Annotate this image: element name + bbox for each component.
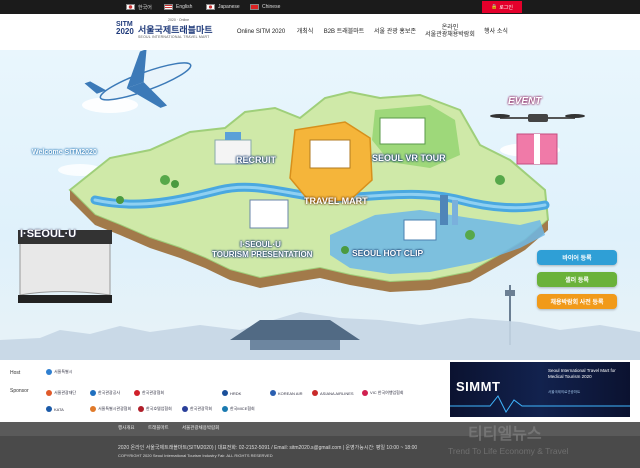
sponsor-logo: ASIANA AIRLINES	[312, 390, 354, 396]
footer-links: 행사개요 트래블마트 서울관광채용박람회	[0, 422, 640, 436]
sponsor-logo: 한국관광공사	[90, 390, 120, 396]
host-logo-text: 서울특별시	[54, 369, 73, 374]
sponsor-icon	[46, 390, 52, 396]
sponsor-logo: VIC 한국여행업협회	[362, 390, 404, 396]
sponsor-name: 한국관광공사	[98, 390, 121, 395]
host-label: Host	[10, 370, 21, 376]
sponsor-name: HRDK	[230, 390, 242, 396]
sponsor-logo: 한국관광학회	[182, 406, 212, 412]
job-fair-preregister-button[interactable]: 채용박람회 사전 등록	[537, 294, 617, 309]
simmt-title: Seoul International Travel Mart for Medi…	[548, 368, 616, 379]
language-label: Chinese	[262, 4, 281, 10]
sponsor-icon	[222, 406, 228, 412]
nav-job-fair[interactable]: 온라인 서울관광채용박람회	[422, 14, 478, 50]
logo-subtitle: SEOUL INTERNATIONAL TRAVEL MART	[138, 35, 210, 39]
sponsor-logo: KATA	[46, 406, 64, 412]
sponsor-name: 한국관광학회	[190, 406, 213, 411]
sponsor-name: 한국관광협회	[142, 390, 165, 395]
tourism-presentation-label-1: I·SEOUL·U	[240, 240, 281, 249]
sponsor-name: 서울특별시관광협회	[98, 406, 132, 411]
watermark: 티티엘뉴스	[468, 426, 542, 443]
sponsor-icon	[90, 406, 96, 412]
event-zone[interactable]: EVENT	[508, 96, 541, 107]
sponsor-icon	[134, 390, 140, 396]
language-english[interactable]: English	[164, 2, 192, 12]
language-label: Japanese	[218, 4, 240, 10]
login-label: 로그인	[499, 4, 514, 11]
login-button[interactable]: 🔒 로그인	[482, 1, 522, 13]
sponsor-name: ASIANA AIRLINES	[320, 390, 354, 396]
travel-mart-zone[interactable]: TRAVEL MART	[304, 196, 368, 206]
nav-online-sitm[interactable]: Online SITM 2020	[232, 14, 290, 50]
tourism-presentation-zone[interactable]: TOURISM PRESENTATION	[212, 250, 312, 259]
sponsor-label: Sponsor	[10, 388, 29, 394]
sponsor-logo: 서울관광재단	[46, 390, 76, 396]
hero-map: Welcome SITM2020 EVENT RECRUIT SEOUL VR …	[0, 50, 640, 360]
welcome-label: Welcome SITM2020	[32, 149, 97, 156]
sponsor-logo: HRDK	[222, 390, 241, 396]
korea-flag-icon	[126, 4, 135, 10]
footer-link-overview[interactable]: 행사개요	[118, 425, 135, 431]
language-korean[interactable]: 한국어	[126, 2, 152, 12]
sponsor-icon	[46, 406, 52, 412]
sponsor-name: KATA	[54, 406, 64, 412]
sponsor-icon	[182, 406, 188, 412]
sponsor-name: 한국호텔업협회	[146, 406, 172, 411]
sponsor-logo: 한국호텔업협회	[138, 406, 172, 412]
simmt-subtitle: 서울국제의료관광마트	[548, 390, 581, 394]
sponsor-logo: 한국관광협회	[134, 390, 164, 396]
language-label: English	[176, 4, 193, 10]
sponsor-logo: 한국MICE협회	[222, 406, 255, 412]
seoul-logo-icon	[46, 369, 52, 375]
nav-promotion-zone[interactable]: 서울 관광 홍보존	[370, 14, 420, 50]
sponsor-icon	[90, 390, 96, 396]
nav-opening-ceremony[interactable]: 개최식	[292, 14, 318, 50]
footer-link-travel-mart[interactable]: 트래블마트	[148, 425, 169, 431]
footer-link-job-fair[interactable]: 서울관광채용박람회	[182, 425, 219, 431]
simmt-banner[interactable]: SIMMT Seoul International Travel Mart fo…	[450, 362, 630, 417]
watermark-tagline: Trend To Life Economy & Travel	[448, 446, 569, 456]
sponsor-name: 서울관광재단	[54, 390, 77, 395]
host-logo: 서울특별시	[46, 369, 72, 375]
sponsor-icon	[270, 390, 276, 396]
sponsor-name: KOREAN AIR	[278, 390, 303, 396]
language-chinese[interactable]: Chinese	[250, 2, 280, 12]
language-japanese[interactable]: Japanese	[206, 2, 240, 12]
footer-contact: 2020 온라인 서울국제트래블마트(SITM2020) | 대표전화: 02-…	[118, 445, 418, 451]
logo-online: 2020 · Online	[168, 18, 190, 22]
nav-b2b-travel-mart[interactable]: B2B 트래블마트	[320, 14, 368, 50]
sponsor-icon	[362, 390, 368, 396]
sponsor-name: 한국MICE협회	[230, 406, 255, 411]
usa-flag-icon	[164, 4, 173, 10]
japan-flag-icon	[206, 4, 215, 10]
seoul-hot-clip-zone[interactable]: SEOUL HOT CLIP	[352, 248, 423, 258]
nav-event-news[interactable]: 행사 소식	[480, 14, 512, 50]
sponsor-logo: 서울특별시관광협회	[90, 406, 131, 412]
china-flag-icon	[250, 4, 259, 10]
seller-register-button[interactable]: 셀러 등록	[537, 272, 617, 287]
footer-copyright: COPYRIGHT 2020 Seoul International Touri…	[118, 453, 273, 458]
logo-year: 2020	[116, 27, 134, 36]
header: SITM 2020 2020 · Online 서울국제트래블마트 SEOUL …	[0, 14, 640, 50]
simmt-logo: SIMMT	[456, 379, 501, 394]
sponsor-icon	[312, 390, 318, 396]
seoul-vr-tour-zone[interactable]: SEOUL VR TOUR	[372, 153, 446, 163]
top-bar: 한국어 English Japanese Chinese 🔒 로그인	[0, 0, 640, 14]
sponsor-logo: KOREAN AIR	[270, 390, 302, 396]
lock-icon: 🔒	[490, 4, 498, 10]
language-label: 한국어	[138, 4, 152, 11]
sponsor-name: VIC 한국여행업협회	[370, 390, 404, 395]
sponsor-icon	[222, 390, 228, 396]
buyer-register-button[interactable]: 바이어 등록	[537, 250, 617, 265]
site-logo[interactable]: SITM 2020 2020 · Online 서울국제트래블마트 SEOUL …	[116, 18, 213, 39]
i-seoul-u-booth[interactable]: I·SEOUL·U	[20, 228, 76, 240]
recruit-zone[interactable]: RECRUIT	[236, 155, 276, 165]
sponsor-icon	[138, 406, 144, 412]
